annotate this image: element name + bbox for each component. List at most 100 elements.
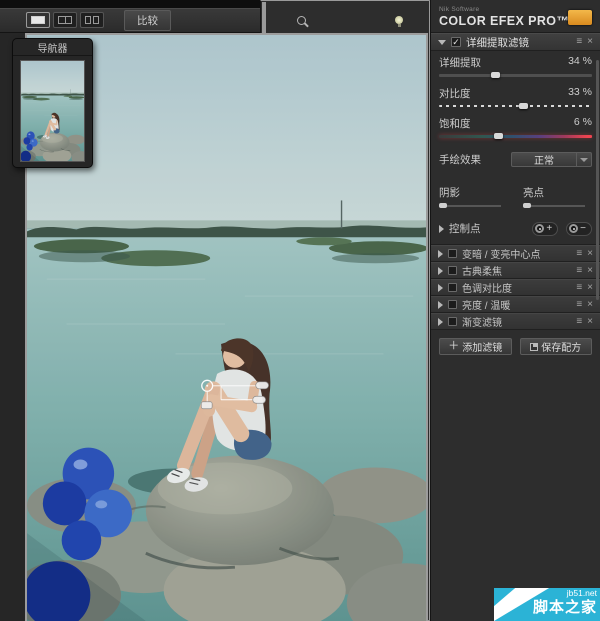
- compare-button[interactable]: 比较: [124, 10, 171, 31]
- plus-icon: ＋: [448, 341, 459, 352]
- filter-remove-icon[interactable]: ×: [587, 283, 593, 293]
- background-brightness-icon[interactable]: [395, 16, 403, 24]
- brand-header: Nik Software COLOR EFEX PRO™ 4: [431, 0, 600, 33]
- watermark: jb51.net 脚本之家: [494, 588, 600, 621]
- top-toolbar: 比较 变焦 (25 %): [0, 8, 430, 33]
- collapsed-filter-row[interactable]: 古典柔焦 ≡ ×: [431, 262, 600, 279]
- filter-remove-icon[interactable]: ×: [587, 266, 593, 276]
- expand-triangle-icon[interactable]: [438, 284, 443, 292]
- panel-scrollbar[interactable]: [596, 60, 599, 300]
- slider-handle[interactable]: [523, 203, 531, 208]
- filter-menu-icon[interactable]: ≡: [576, 300, 582, 310]
- chevron-down-icon: [580, 158, 588, 162]
- dropdown-button[interactable]: [577, 152, 592, 167]
- filter-remove-icon[interactable]: ×: [587, 249, 593, 259]
- contrast-slider[interactable]: [439, 105, 592, 107]
- add-control-point-button[interactable]: +: [532, 222, 558, 236]
- side-by-side-view-button[interactable]: [80, 12, 104, 28]
- filter-enabled-checkbox[interactable]: [448, 249, 457, 258]
- collapse-triangle-icon[interactable]: [438, 40, 446, 45]
- save-recipe-label: 保存配方: [541, 339, 581, 354]
- slider-label: 对比度: [439, 86, 471, 101]
- effect-method-dropdown[interactable]: 正常: [511, 152, 592, 167]
- filter-remove-icon[interactable]: ×: [587, 37, 593, 47]
- expand-triangle-icon[interactable]: [438, 318, 443, 326]
- slider-row: 详细提取 34 %: [439, 55, 592, 77]
- active-filter-header[interactable]: ✓ 详细提取滤镜 ≡ ×: [431, 33, 600, 51]
- nik-logo: [568, 10, 592, 25]
- expand-triangle-icon[interactable]: [439, 225, 444, 233]
- navigator-title: 导航器: [13, 39, 92, 56]
- magnifier-icon[interactable]: [297, 16, 306, 25]
- side-by-side-icon: [85, 16, 99, 24]
- slider-label: 饱和度: [439, 116, 471, 131]
- filter-menu-icon[interactable]: ≡: [576, 249, 582, 259]
- slider-handle[interactable]: [494, 133, 503, 139]
- collapsed-filter-label: 变暗 / 变亮中心点: [462, 246, 540, 261]
- filter-menu-icon[interactable]: ≡: [576, 266, 582, 276]
- watermark-site: jb51.net: [533, 589, 597, 598]
- slider-row: 饱和度 6 %: [439, 116, 592, 138]
- shadows-slider[interactable]: [439, 205, 501, 207]
- plus-icon: +: [546, 224, 552, 234]
- control-points-label: 控制点: [449, 221, 481, 236]
- slider-row: 对比度 33 %: [439, 86, 592, 107]
- control-points-row: 控制点 + −: [431, 213, 600, 245]
- remove-control-point-button[interactable]: −: [566, 222, 592, 236]
- highlights-label: 亮点: [523, 185, 585, 200]
- watermark-name: 脚本之家: [533, 598, 597, 617]
- filter-menu-icon[interactable]: ≡: [576, 37, 582, 47]
- collapsed-filter-label: 古典柔焦: [462, 263, 502, 278]
- filter-enabled-checkbox[interactable]: [448, 317, 457, 326]
- slider-handle[interactable]: [519, 103, 528, 109]
- single-view-button[interactable]: [26, 12, 50, 28]
- control-point-icon: [535, 224, 544, 233]
- slider-group: 详细提取 34 % 对比度 33 % 饱和度 6 %: [431, 51, 600, 149]
- collapsed-filter-row[interactable]: 变暗 / 变亮中心点 ≡ ×: [431, 245, 600, 262]
- slider-handle[interactable]: [491, 72, 500, 78]
- highlights-slider[interactable]: [523, 205, 585, 207]
- filter-panel: Nik Software COLOR EFEX PRO™ 4 ✓ 详细提取滤镜 …: [430, 0, 600, 621]
- active-filter-title: 详细提取滤镜: [466, 35, 529, 50]
- saturation-slider[interactable]: [439, 135, 592, 138]
- save-recipe-button[interactable]: 保存配方: [520, 338, 593, 355]
- filter-enabled-checkbox[interactable]: [448, 283, 457, 292]
- detail-extraction-slider[interactable]: [439, 74, 592, 77]
- navigator-panel: 导航器: [12, 38, 93, 168]
- slider-value: 34 %: [568, 55, 592, 70]
- single-view-icon: [31, 16, 45, 24]
- split-view-icon: [58, 16, 72, 24]
- expand-triangle-icon[interactable]: [438, 267, 443, 275]
- control-point-icon: [569, 224, 578, 233]
- filter-enabled-checkbox[interactable]: [448, 266, 457, 275]
- collapsed-filter-row[interactable]: 色调对比度 ≡ ×: [431, 279, 600, 296]
- brand-title: COLOR EFEX PRO™: [439, 14, 569, 28]
- filter-remove-icon[interactable]: ×: [587, 317, 593, 327]
- filter-menu-icon[interactable]: ≡: [576, 317, 582, 327]
- expand-triangle-icon[interactable]: [438, 301, 443, 309]
- expand-triangle-icon[interactable]: [438, 250, 443, 258]
- shadows-label: 阴影: [439, 185, 501, 200]
- navigator-thumbnail[interactable]: [20, 60, 85, 162]
- filter-remove-icon[interactable]: ×: [587, 300, 593, 310]
- filter-enabled-checkbox[interactable]: ✓: [451, 37, 461, 47]
- slider-value: 33 %: [568, 86, 592, 101]
- split-view-button[interactable]: [53, 12, 77, 28]
- view-mode-group: [26, 12, 104, 28]
- collapsed-filter-row[interactable]: 亮度 / 温暖 ≡×: [431, 296, 600, 313]
- add-filter-label: 添加滤镜: [462, 339, 502, 354]
- collapsed-filter-row[interactable]: 渐变滤镜 ≡ ×: [431, 313, 600, 330]
- minus-icon: −: [580, 224, 586, 234]
- slider-value: 6 %: [574, 116, 592, 131]
- collapsed-filter-label: 渐变滤镜: [462, 314, 502, 329]
- collapsed-filter-list: 变暗 / 变亮中心点 ≡× 古典柔焦 ≡× 色调对比度 ≡× 亮度 / 温暖 ≡…: [431, 245, 600, 330]
- slider-handle[interactable]: [439, 203, 447, 208]
- effect-method-label: 手绘效果: [439, 152, 481, 167]
- collapsed-filter-label: 色调对比度: [462, 280, 512, 295]
- save-disk-icon: [530, 343, 538, 351]
- add-filter-button[interactable]: ＋ 添加滤镜: [439, 338, 512, 355]
- filter-menu-icon[interactable]: ≡: [576, 283, 582, 293]
- effect-method-value[interactable]: 正常: [511, 152, 577, 167]
- filter-enabled-checkbox[interactable]: [448, 300, 457, 309]
- shadow-highlight-row: 阴影 亮点: [431, 175, 600, 213]
